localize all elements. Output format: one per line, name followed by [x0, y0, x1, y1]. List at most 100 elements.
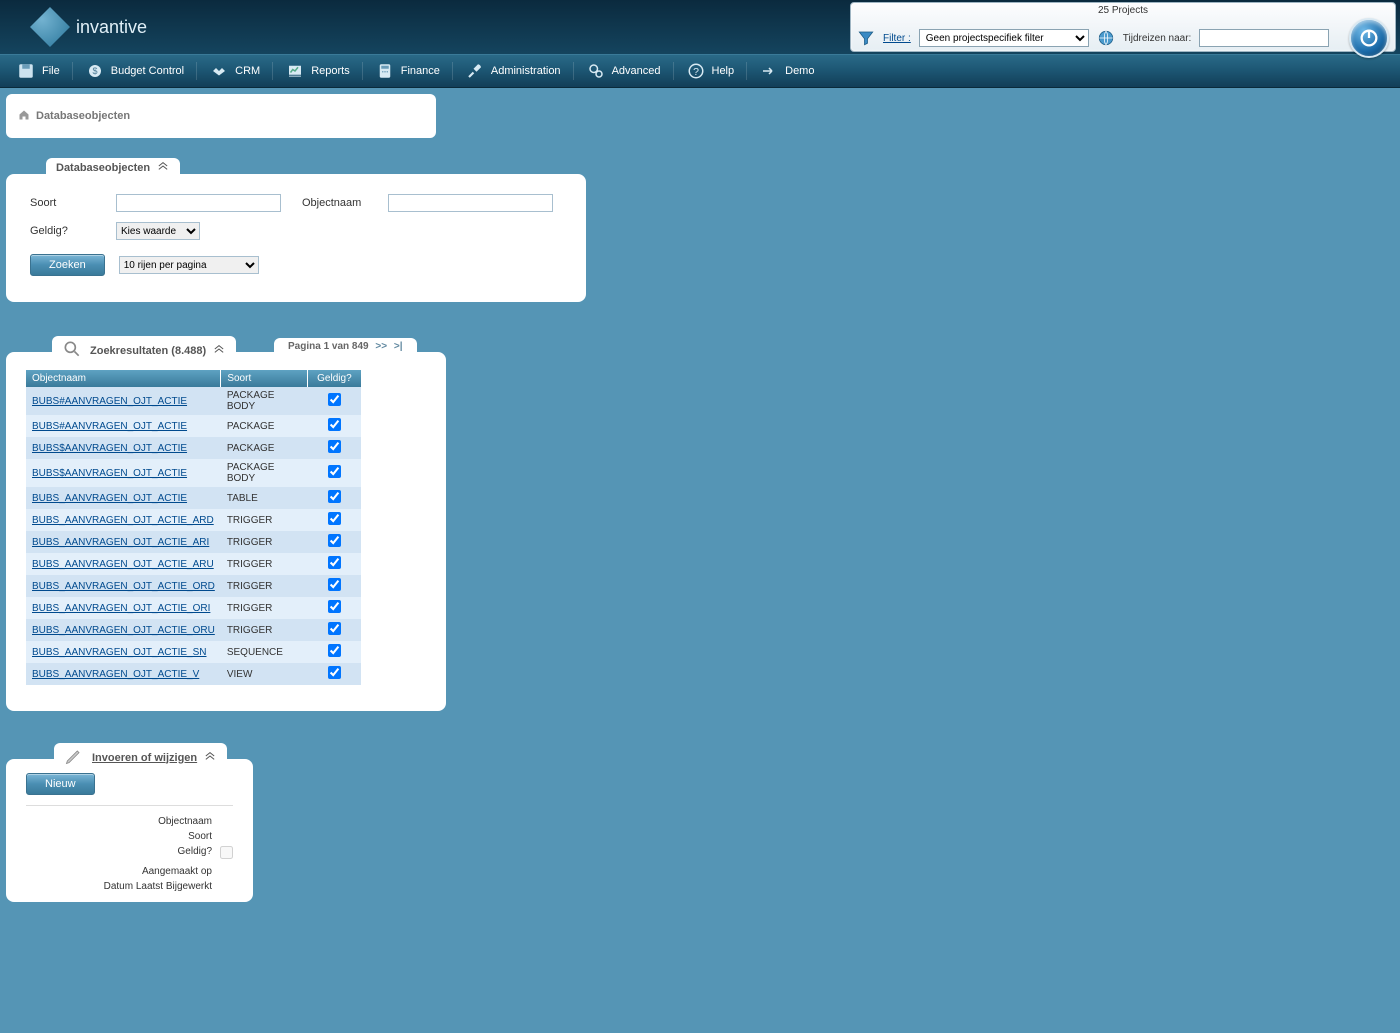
- object-link[interactable]: BUBS_AANVRAGEN_OJT_ACTIE_ARU: [32, 559, 214, 570]
- edit-panel: Invoeren of wijzigen Nieuw Objectnaam So…: [6, 759, 253, 902]
- page-info: Pagina 1 van 849: [288, 341, 369, 352]
- valid-checkbox: [328, 393, 341, 406]
- type-cell: TRIGGER: [221, 553, 307, 575]
- menu-label: Demo: [785, 65, 814, 77]
- object-link[interactable]: BUBS_AANVRAGEN_OJT_ACTIE_ORD: [32, 581, 215, 592]
- table-row: BUBS_AANVRAGEN_OJT_ACTIE_ORUTRIGGER: [26, 619, 361, 641]
- object-link[interactable]: BUBS_AANVRAGEN_OJT_ACTIE_ORI: [32, 603, 210, 614]
- table-row: BUBS_AANVRAGEN_OJT_ACTIE_ORI TRIGGER: [26, 597, 361, 619]
- type-cell: TRIGGER: [221, 575, 307, 597]
- menu-advanced[interactable]: Advanced: [574, 55, 673, 87]
- edit-panel-tab[interactable]: Invoeren of wijzigen: [54, 743, 227, 772]
- time-travel-input[interactable]: [1199, 29, 1329, 47]
- type-cell: PACKAGE BODY: [221, 387, 307, 415]
- label-soort: Soort: [30, 197, 100, 209]
- type-cell: PACKAGE BODY: [221, 459, 307, 487]
- object-link[interactable]: BUBS_AANVRAGEN_OJT_ACTIE_V: [32, 669, 199, 680]
- object-link[interactable]: BUBS$AANVRAGEN_OJT_ACTIE: [32, 443, 187, 454]
- edit-title: Invoeren of wijzigen: [92, 752, 197, 764]
- object-link[interactable]: BUBS#AANVRAGEN_OJT_ACTIE: [32, 421, 187, 432]
- brand-logo: invantive: [0, 7, 147, 47]
- menu-label: Finance: [401, 65, 440, 77]
- type-cell: VIEW: [221, 663, 307, 685]
- chart-icon: [285, 61, 305, 81]
- menu-reports[interactable]: Reports: [273, 55, 362, 87]
- valid-checkbox: [328, 556, 341, 569]
- brand-text: invantive: [76, 17, 147, 38]
- logo-icon: [30, 7, 70, 47]
- valid-checkbox: [328, 490, 341, 503]
- breadcrumb-text: Databaseobjecten: [36, 110, 130, 122]
- menu-label: Advanced: [612, 65, 661, 77]
- gears-icon: [586, 61, 606, 81]
- table-row: BUBS_AANVRAGEN_OJT_ACTIE_ORD TRIGGER: [26, 575, 361, 597]
- header-controls: 25 Projects Filter : Geen projectspecifi…: [850, 2, 1396, 52]
- page-next[interactable]: >>: [375, 341, 387, 352]
- magnifier-icon: [62, 339, 82, 362]
- collapse-icon[interactable]: [214, 344, 224, 357]
- table-row: BUBS_AANVRAGEN_OJT_ACTIETABLE: [26, 487, 361, 509]
- menu-file[interactable]: File: [4, 55, 72, 87]
- valid-checkbox: [328, 512, 341, 525]
- table-row: BUBS$AANVRAGEN_OJT_ACTIE PACKAGE BODY: [26, 459, 361, 487]
- filter-panel-tab[interactable]: Databaseobjecten: [46, 158, 180, 177]
- results-panel-tab[interactable]: Zoekresultaten (8.488): [52, 336, 236, 365]
- menu-label: Help: [712, 65, 735, 77]
- table-row: BUBS_AANVRAGEN_OJT_ACTIE_ARITRIGGER: [26, 531, 361, 553]
- object-link[interactable]: BUBS_AANVRAGEN_OJT_ACTIE_ARD: [32, 515, 214, 526]
- time-travel-label: Tijdreizen naar:: [1123, 33, 1192, 44]
- input-objectnaam[interactable]: [388, 194, 553, 212]
- type-cell: SEQUENCE: [221, 641, 307, 663]
- power-button[interactable]: [1349, 18, 1389, 58]
- object-link[interactable]: BUBS#AANVRAGEN_OJT_ACTIE: [32, 396, 187, 407]
- object-link[interactable]: BUBS_AANVRAGEN_OJT_ACTIE_ARI: [32, 537, 209, 548]
- project-filter-select[interactable]: Geen projectspecifiek filter: [919, 29, 1089, 47]
- select-geldig[interactable]: Kies waarde: [116, 222, 200, 240]
- rows-per-page-select[interactable]: 10 rijen per pagina: [119, 256, 259, 274]
- menu-label: Administration: [491, 65, 561, 77]
- funnel-icon: [857, 29, 875, 47]
- new-button[interactable]: Nieuw: [26, 773, 95, 795]
- table-row: BUBS$AANVRAGEN_OJT_ACTIEPACKAGE: [26, 437, 361, 459]
- object-link[interactable]: BUBS$AANVRAGEN_OJT_ACTIE: [32, 468, 187, 479]
- type-cell: TRIGGER: [221, 597, 307, 619]
- valid-checkbox: [328, 465, 341, 478]
- menu-budget-control[interactable]: $ Budget Control: [73, 55, 196, 87]
- menu-label: Budget Control: [111, 65, 184, 77]
- filter-link[interactable]: Filter :: [883, 33, 911, 44]
- menu-finance[interactable]: Finance: [363, 55, 452, 87]
- pencil-icon: [64, 746, 84, 769]
- results-table: Objectnaam Soort Geldig? BUBS#AANVRAGEN_…: [26, 370, 361, 685]
- valid-checkbox: [328, 644, 341, 657]
- col-objectnaam[interactable]: Objectnaam: [26, 370, 221, 387]
- panel-title: Databaseobjecten: [56, 162, 150, 174]
- search-button[interactable]: Zoeken: [30, 254, 105, 276]
- app-header: invantive 25 Projects Filter : Geen proj…: [0, 0, 1400, 54]
- edit-label-updated: Datum Laatst Bijgewerkt: [26, 881, 212, 892]
- col-geldig[interactable]: Geldig?: [307, 370, 361, 387]
- results-panel: Zoekresultaten (8.488) Pagina 1 van 849 …: [6, 352, 446, 711]
- menu-demo[interactable]: Demo: [747, 55, 826, 87]
- menu-label: CRM: [235, 65, 260, 77]
- object-link[interactable]: BUBS_AANVRAGEN_OJT_ACTIE: [32, 493, 187, 504]
- calculator-icon: [375, 61, 395, 81]
- col-soort[interactable]: Soort: [221, 370, 307, 387]
- disk-icon: [16, 61, 36, 81]
- object-link[interactable]: BUBS_AANVRAGEN_OJT_ACTIE_SN: [32, 647, 207, 658]
- valid-checkbox: [328, 622, 341, 635]
- menu-help[interactable]: ? Help: [674, 55, 747, 87]
- menu-administration[interactable]: Administration: [453, 55, 573, 87]
- page-last[interactable]: >|: [394, 341, 403, 352]
- home-icon: [18, 109, 30, 124]
- svg-text:?: ?: [693, 66, 699, 78]
- valid-checkbox: [328, 600, 341, 613]
- menu-crm[interactable]: CRM: [197, 55, 272, 87]
- edit-label-objectnaam: Objectnaam: [26, 816, 212, 827]
- collapse-icon[interactable]: [158, 161, 168, 174]
- wrench-icon: [465, 61, 485, 81]
- edit-label-created: Aangemaakt op: [26, 866, 212, 877]
- object-link[interactable]: BUBS_AANVRAGEN_OJT_ACTIE_ORU: [32, 625, 215, 636]
- input-soort[interactable]: [116, 194, 281, 212]
- collapse-icon[interactable]: [205, 751, 215, 764]
- edit-label-soort: Soort: [26, 831, 212, 842]
